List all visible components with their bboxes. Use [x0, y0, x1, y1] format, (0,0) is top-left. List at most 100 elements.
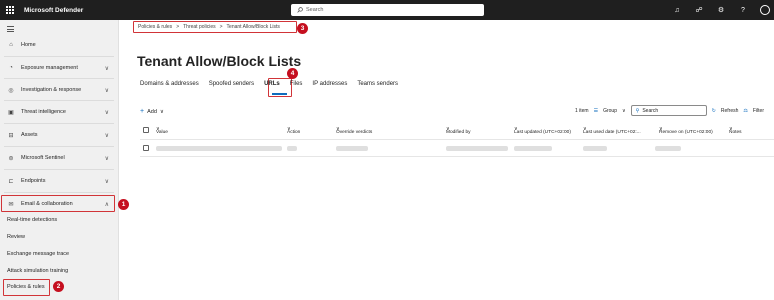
redacted-modified-by [446, 146, 508, 151]
app-launcher-icon[interactable] [0, 0, 20, 20]
redacted-action [287, 146, 297, 151]
add-button-label: Add [147, 108, 157, 115]
tab-urls[interactable]: URLs [264, 81, 280, 87]
sidebar-item-endpoints[interactable]: ⊏ Endpoints ∨ [0, 173, 119, 189]
investigation-icon: ◎ [8, 87, 14, 94]
chevron-down-icon: ∨ [104, 87, 109, 94]
sidebar-item-threat-intelligence[interactable]: ▣ Threat intelligence ∨ [0, 104, 119, 120]
sidebar-item-exposure-management[interactable]: ◔ Exposure management ∨ [0, 60, 119, 76]
tab-bar: Domains & addresses Spoofed senders URLs… [140, 81, 408, 87]
redacted-last-used-date [583, 146, 607, 151]
chevron-down-icon: ∨ [159, 108, 164, 115]
sentinel-icon: ⊜ [8, 155, 14, 162]
group-icon: ☰ [593, 107, 599, 114]
plus-icon: + [140, 108, 145, 115]
tab-files[interactable]: Files [290, 81, 303, 87]
shield-icon: ◔ [9, 65, 13, 71]
add-button[interactable]: + Add ∨ [140, 108, 164, 115]
refresh-button[interactable]: Refresh [721, 108, 739, 114]
column-header-last-used-date[interactable]: Last used date (UTC+02:... ∨ [583, 127, 641, 135]
divider [140, 156, 774, 157]
list-search-input[interactable]: ⚲ Search [630, 105, 707, 116]
tab-ip-addresses[interactable]: IP addresses [312, 81, 347, 87]
tab-spoofed-senders[interactable]: Spoofed senders [209, 81, 254, 87]
redacted-remove-on [655, 146, 681, 151]
sidebar-item-label: Investigation & response [21, 87, 82, 93]
bell-icon[interactable]: ♫ [672, 7, 682, 14]
step-badge-4: 4 [287, 68, 298, 79]
breadcrumb-item-policies-rules[interactable]: Policies & rules [138, 24, 172, 30]
column-header-value[interactable]: Value ∨ [156, 127, 168, 135]
chevron-down-icon: ∨ [104, 178, 109, 185]
gear-icon[interactable]: ⚙ [716, 6, 726, 14]
chevron-down-icon: ∨ [104, 155, 109, 162]
active-tab-indicator [272, 93, 287, 95]
select-all-checkbox[interactable] [143, 127, 149, 133]
sidebar-item-investigation-response[interactable]: ◎ Investigation & response ∨ [0, 82, 119, 98]
item-count: 1 item [574, 107, 589, 114]
sidebar-item-label: Threat intelligence [21, 109, 66, 115]
refresh-icon: ↻ [711, 107, 716, 114]
redacted-override-verdicts [336, 146, 368, 151]
tab-domains-addresses[interactable]: Domains & addresses [140, 81, 199, 87]
hamburger-menu-icon[interactable] [7, 26, 14, 34]
group-button[interactable]: Group [603, 108, 617, 114]
app-title[interactable]: Microsoft Defender [24, 7, 83, 14]
avatar[interactable] [760, 5, 770, 15]
help-icon[interactable]: ? [738, 7, 748, 14]
sidebar: ⌂ Home ◔ Exposure management ∨ ◎ Investi… [0, 20, 119, 300]
sidebar-item-assets[interactable]: ⊟ Assets ∨ [0, 127, 119, 143]
column-header-remove-on[interactable]: Remove on (UTC+02:00) ∨ [659, 127, 713, 135]
sidebar-subitem-review[interactable]: Review [7, 234, 25, 240]
search-icon: ⚲ [635, 107, 640, 114]
divider [4, 123, 114, 124]
column-header-action[interactable]: Action ∨ [287, 127, 300, 135]
toolbar-right: 1 item ☰ Group ∨ ⚲ Search ↻ Refresh ⚖ Fi… [575, 104, 764, 117]
breadcrumb-separator: > [219, 24, 223, 30]
assets-icon: ⊟ [8, 132, 14, 139]
threat-intelligence-icon: ▣ [8, 109, 14, 116]
divider [4, 100, 114, 101]
row-checkbox[interactable] [143, 145, 149, 151]
divider [4, 146, 114, 147]
breadcrumb-item-threat-policies[interactable]: Threat policies [183, 24, 216, 30]
sidebar-subitem-exchange-message-trace[interactable]: Exchange message trace [7, 251, 69, 257]
column-header-override-verdicts[interactable]: Override verdicts ∨ [336, 127, 372, 135]
sidebar-item-label: Assets [21, 132, 38, 138]
tab-teams-senders[interactable]: Teams senders [357, 81, 398, 87]
breadcrumb-item-tenant-allow-block-lists: Tenant Allow/Block Lists [226, 24, 280, 30]
home-icon: ⌂ [9, 42, 13, 48]
column-header-notes[interactable]: Notes ∨ [729, 127, 742, 135]
sidebar-item-label: Endpoints [21, 178, 46, 184]
global-search-input[interactable]: Search [291, 4, 484, 16]
highlight-email-collaboration [1, 195, 115, 212]
divider [4, 169, 114, 170]
top-bar: Microsoft Defender Search ♫ ☍ ⚙ ? [0, 0, 774, 20]
redacted-last-updated [514, 146, 552, 151]
table-header: Value ∨ Action ∨ Override verdicts ∨ Mod… [140, 124, 774, 137]
sidebar-subitem-real-time-detections[interactable]: Real-time detections [7, 217, 57, 223]
endpoints-icon: ⊏ [8, 178, 14, 185]
sidebar-item-microsoft-sentinel[interactable]: ⊜ Microsoft Sentinel ∨ [0, 150, 119, 166]
filter-button[interactable]: Filter [753, 108, 764, 114]
filter-icon: ⚖ [743, 107, 748, 114]
column-header-last-updated[interactable]: Last updated (UTC+02:00) ∨ [514, 127, 571, 135]
breadcrumb: Policies & rules > Threat policies > Ten… [138, 24, 280, 30]
highlight-policies-rules [3, 279, 50, 296]
step-badge-1: 1 [118, 199, 129, 210]
sidebar-item-label: Microsoft Sentinel [21, 155, 65, 161]
column-header-modified-by[interactable]: Modified by ∨ [446, 127, 471, 135]
search-icon [297, 7, 303, 13]
chevron-down-icon: ∨ [104, 65, 109, 72]
sidebar-subitem-attack-simulation-training[interactable]: Attack simulation training [7, 268, 68, 274]
step-badge-3: 3 [297, 23, 308, 34]
redacted-value [156, 146, 282, 151]
step-badge-2: 2 [53, 281, 64, 292]
connections-icon[interactable]: ☍ [694, 6, 704, 14]
global-search-placeholder: Search [306, 7, 324, 13]
sidebar-item-home[interactable]: ⌂ Home [0, 37, 119, 53]
list-search-placeholder: Search [642, 107, 659, 114]
chevron-down-icon: ∨ [104, 132, 109, 139]
chevron-down-icon: ∨ [622, 107, 626, 114]
divider [4, 192, 114, 193]
